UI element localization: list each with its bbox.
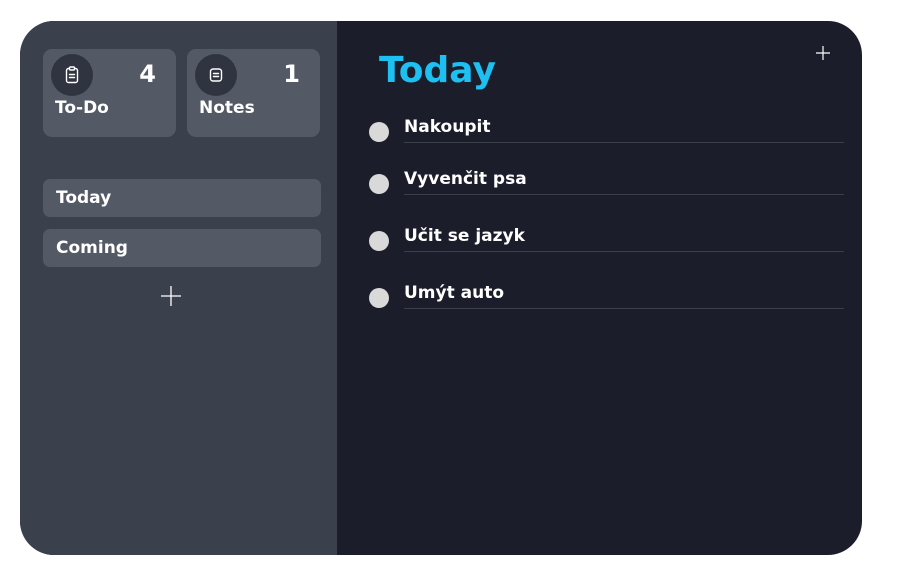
notes-count: 1 xyxy=(283,60,300,88)
plus-icon xyxy=(816,46,830,60)
task-checkbox[interactable] xyxy=(369,174,389,194)
sidebar-item-today[interactable]: Today xyxy=(43,179,321,217)
page-title: Today xyxy=(379,50,496,91)
task-checkbox[interactable] xyxy=(369,288,389,308)
todo-label: To-Do xyxy=(55,98,109,118)
app-window: 4 To-Do 1 Notes Today Coming Today Nakou… xyxy=(20,21,862,555)
task-label[interactable]: Nakoupit xyxy=(404,114,844,143)
notes-label: Notes xyxy=(199,98,255,118)
notes-card[interactable]: 1 Notes xyxy=(187,49,320,137)
task-checkbox[interactable] xyxy=(369,231,389,251)
main-panel: Today Nakoupit Vyvenčit psa Učit se jazy… xyxy=(337,21,862,555)
sidebar: 4 To-Do 1 Notes Today Coming xyxy=(20,21,337,555)
task-label[interactable]: Vyvenčit psa xyxy=(404,166,844,195)
task-item: Vyvenčit psa xyxy=(369,166,845,196)
sidebar-item-coming[interactable]: Coming xyxy=(43,229,321,267)
task-item: Nakoupit xyxy=(369,114,845,144)
note-icon xyxy=(195,54,237,96)
todo-count: 4 xyxy=(139,60,156,88)
add-task-button[interactable] xyxy=(815,45,831,61)
plus-icon xyxy=(161,286,181,306)
clipboard-icon xyxy=(51,54,93,96)
todo-card[interactable]: 4 To-Do xyxy=(43,49,176,137)
task-label[interactable]: Učit se jazyk xyxy=(404,223,844,252)
task-item: Umýt auto xyxy=(369,280,845,310)
task-checkbox[interactable] xyxy=(369,122,389,142)
task-item: Učit se jazyk xyxy=(369,223,845,253)
add-list-button[interactable] xyxy=(159,284,183,308)
task-label[interactable]: Umýt auto xyxy=(404,280,844,309)
